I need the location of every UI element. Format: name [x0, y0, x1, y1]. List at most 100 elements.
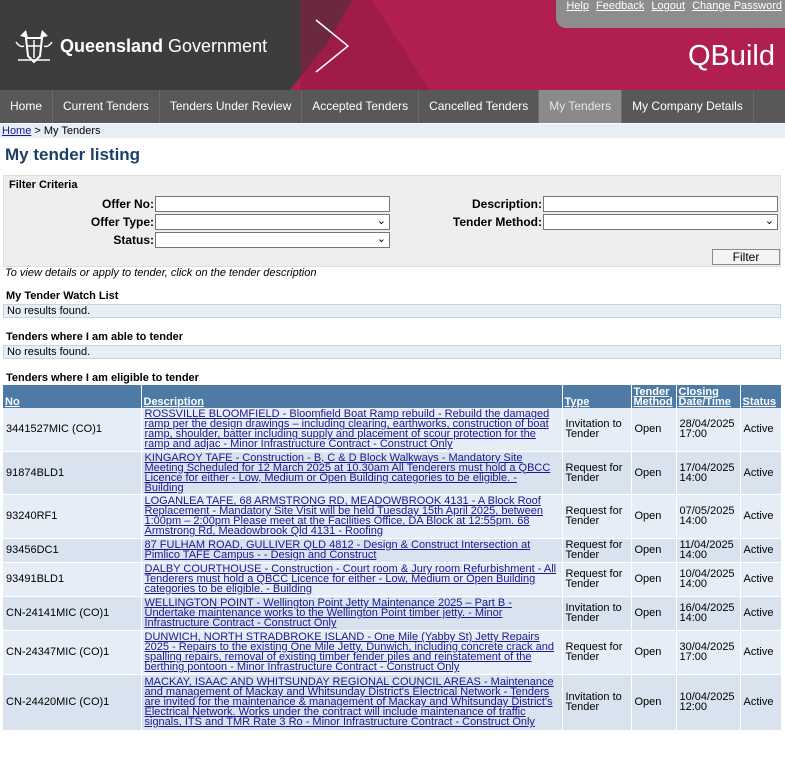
feedback-link[interactable]: Feedback	[596, 0, 644, 12]
able-to-tender-empty: No results found.	[3, 345, 781, 359]
closing-date-cell: 07/05/2025 14:00	[676, 494, 741, 539]
tender-method-cell: Open	[631, 494, 677, 539]
tender-description-cell[interactable]: MACKAY, ISAAC AND WHITSUNDAY REGIONAL CO…	[141, 674, 563, 731]
sort-no-link[interactable]: No	[5, 396, 20, 408]
closing-date-cell: 11/04/2025 14:00	[676, 538, 741, 563]
government-name: Queensland Government	[60, 36, 267, 57]
sort-tender-method-link[interactable]: Tender Method	[634, 386, 673, 408]
sort-description-link[interactable]: Description	[144, 396, 205, 408]
tender-description-link[interactable]: LOGANLEA TAFE, 68 ARMSTRONG RD, MEADOWBR…	[145, 495, 543, 537]
tender-description-cell[interactable]: DUNWICH, NORTH STRADBROKE ISLAND - One M…	[141, 630, 563, 675]
eligible-tenders-table: No Description Type Tender Method Closin…	[3, 385, 782, 731]
tender-type-cell: Invitation to Tender	[562, 596, 632, 631]
nav-tenders-under-review[interactable]: Tenders Under Review	[160, 90, 303, 123]
column-header-closing[interactable]: Closing Date/Time	[676, 385, 741, 408]
description-input[interactable]	[543, 196, 778, 212]
table-row: 93456DC1 87 FULHAM ROAD, GULLIVER QLD 481…	[3, 538, 782, 563]
chevron-down-icon: ⌄	[376, 215, 386, 227]
sort-status-link[interactable]: Status	[743, 396, 777, 408]
tender-description-cell[interactable]: 87 FULHAM ROAD, GULLIVER QLD 4812 - Desi…	[141, 538, 563, 563]
tender-description-link[interactable]: DUNWICH, NORTH STRADBROKE ISLAND - One M…	[145, 631, 554, 673]
sort-type-link[interactable]: Type	[565, 396, 590, 408]
tender-method-cell: Open	[631, 630, 677, 675]
tender-type-cell: Invitation to Tender	[562, 408, 632, 452]
government-name-rest: Government	[163, 36, 268, 56]
tender-status-cell: Active	[740, 630, 782, 675]
tender-description-cell[interactable]: LOGANLEA TAFE, 68 ARMSTRONG RD, MEADOWBR…	[141, 494, 563, 539]
closing-date-cell: 28/04/2025 17:00	[676, 408, 741, 452]
tender-method-cell: Open	[631, 596, 677, 631]
column-header-status[interactable]: Status	[740, 385, 782, 408]
tender-number-cell: 93491BLD1	[3, 562, 142, 597]
chevron-down-icon: ⌄	[764, 215, 774, 227]
tender-description-link[interactable]: ROSSVILLE BLOOMFIELD - Bloomfield Boat R…	[145, 408, 550, 450]
government-name-bold: Queensland	[60, 36, 164, 56]
watch-list-empty: No results found.	[3, 304, 781, 318]
tender-description-link[interactable]: 87 FULHAM ROAD, GULLIVER QLD 4812 - Desi…	[145, 539, 531, 561]
nav-home[interactable]: Home	[0, 90, 54, 123]
help-link[interactable]: Help	[566, 0, 589, 12]
tender-method-label: Tender Method:	[452, 215, 542, 229]
tender-description-cell[interactable]: KINGAROY TAFE - Construction - B, C & D …	[141, 451, 563, 495]
tender-description-link[interactable]: MACKAY, ISAAC AND WHITSUNDAY REGIONAL CO…	[145, 676, 554, 728]
table-row: CN-24347MIC (CO)1 DUNWICH, NORTH STRADBRO…	[3, 630, 782, 675]
tender-description-cell[interactable]: DALBY COURTHOUSE - Construction - Court …	[141, 562, 563, 597]
tender-method-select[interactable]: ⌄	[543, 214, 778, 230]
nav-my-company-details[interactable]: My Company Details	[622, 90, 754, 123]
tender-status-cell: Active	[740, 596, 782, 631]
tender-status-cell: Active	[740, 494, 782, 539]
watch-list-title: My Tender Watch List	[6, 290, 119, 302]
filter-panel: Filter Criteria Offer No: Offer Type: ⌄ …	[3, 175, 781, 267]
column-header-no[interactable]: No	[3, 385, 142, 408]
closing-date-cell: 10/04/2025 12:00	[676, 674, 741, 731]
tender-type-cell: Request for Tender	[562, 630, 632, 675]
tender-type-cell: Request for Tender	[562, 538, 632, 563]
table-row: CN-24141MIC (CO)1 WELLINGTON POINT - Well…	[3, 596, 782, 631]
nav-cancelled-tenders[interactable]: Cancelled Tenders	[419, 90, 540, 123]
tender-description-link[interactable]: WELLINGTON POINT - Wellington Point Jett…	[145, 597, 512, 629]
tender-type-cell: Request for Tender	[562, 494, 632, 539]
sort-closing-link[interactable]: Closing Date/Time	[679, 386, 731, 408]
nav-my-tenders[interactable]: My Tenders	[539, 90, 623, 123]
tender-description-cell[interactable]: ROSSVILLE BLOOMFIELD - Bloomfield Boat R…	[141, 408, 563, 452]
description-label: Description:	[471, 197, 542, 211]
status-label: Status:	[113, 233, 154, 247]
tender-method-cell: Open	[631, 408, 677, 452]
closing-date-cell: 17/04/2025 14:00	[676, 451, 741, 495]
tender-description-cell[interactable]: WELLINGTON POINT - Wellington Point Jett…	[141, 596, 563, 631]
closing-date-cell: 10/04/2025 14:00	[676, 562, 741, 597]
offer-no-label: Offer No:	[102, 197, 154, 211]
tender-type-cell: Request for Tender	[562, 562, 632, 597]
filter-button[interactable]: Filter	[712, 249, 780, 265]
nav-current-tenders[interactable]: Current Tenders	[53, 90, 160, 123]
logout-link[interactable]: Logout	[651, 0, 685, 12]
table-row: CN-24420MIC (CO)1 MACKAY, ISAAC AND WHITS…	[3, 674, 782, 731]
tender-status-cell: Active	[740, 538, 782, 563]
table-row: 93240RF1 LOGANLEA TAFE, 68 ARMSTRONG RD, …	[3, 494, 782, 539]
offer-type-select[interactable]: ⌄	[155, 214, 390, 230]
tender-number-cell: 91874BLD1	[3, 451, 142, 495]
column-header-type[interactable]: Type	[562, 385, 632, 408]
column-header-tender-method[interactable]: Tender Method	[631, 385, 677, 408]
nav-accepted-tenders[interactable]: Accepted Tenders	[302, 90, 420, 123]
tender-status-cell: Active	[740, 408, 782, 452]
tender-description-link[interactable]: KINGAROY TAFE - Construction - B, C & D …	[145, 452, 551, 494]
offer-no-input[interactable]	[155, 196, 390, 212]
app-name: QBuild	[687, 40, 775, 72]
breadcrumb-home-link[interactable]: Home	[2, 125, 31, 137]
status-select[interactable]: ⌄	[155, 232, 390, 248]
tender-status-cell: Active	[740, 562, 782, 597]
filter-title: Filter Criteria	[9, 179, 78, 191]
offer-type-label: Offer Type:	[90, 215, 154, 229]
top-links: Help Feedback Logout Change Password	[562, 0, 782, 12]
change-password-link[interactable]: Change Password	[692, 0, 782, 12]
chevron-down-icon: ⌄	[376, 233, 386, 245]
eligible-to-tender-title: Tenders where I am eligible to tender	[6, 372, 199, 384]
breadcrumb-current: My Tenders	[43, 125, 101, 137]
tender-description-link[interactable]: DALBY COURTHOUSE - Construction - Court …	[145, 563, 557, 595]
tender-number-cell: 93456DC1	[3, 538, 142, 563]
table-row: 93491BLD1 DALBY COURTHOUSE - Construction…	[3, 562, 782, 597]
main-nav: Home Current Tenders Tenders Under Revie…	[0, 90, 785, 123]
column-header-description[interactable]: Description	[141, 385, 563, 408]
tender-method-cell: Open	[631, 538, 677, 563]
